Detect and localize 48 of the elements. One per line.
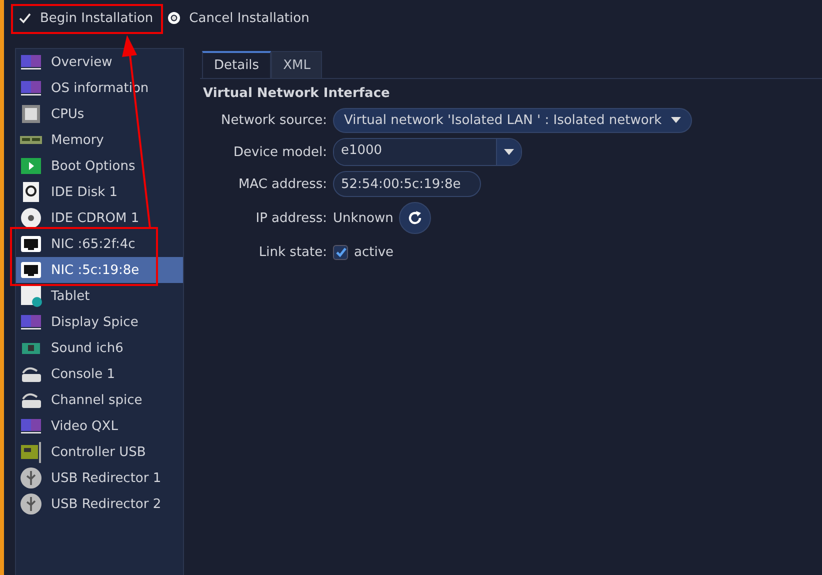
cancel-installation-button[interactable]: Cancel Installation	[163, 8, 314, 28]
network-port-icon	[20, 233, 42, 255]
expansion-card-icon	[20, 441, 42, 463]
ip-address-value: Unknown	[333, 210, 394, 226]
chip-icon	[20, 103, 42, 125]
usb-icon	[20, 467, 42, 489]
caret-icon	[670, 117, 681, 123]
device-list-item[interactable]: Display Spice	[16, 309, 183, 335]
device-list-item[interactable]: IDE Disk 1	[16, 179, 183, 205]
device-list-item[interactable]: NIC :65:2f:4c	[16, 231, 183, 257]
tab[interactable]: Details	[202, 51, 272, 78]
device-list-item[interactable]: USB Redirector 1	[16, 465, 183, 491]
device-list-item[interactable]: Boot Options	[16, 153, 183, 179]
device-list-item[interactable]: Video QXL	[16, 413, 183, 439]
device-list-item[interactable]: Memory	[16, 127, 183, 153]
device-list-item[interactable]: Channel spice	[16, 387, 183, 413]
refresh-icon	[407, 210, 424, 226]
device-list-item[interactable]: IDE CDROM 1	[16, 205, 183, 231]
checkbox-label: active	[354, 244, 394, 260]
section-title: Virtual Network Interface	[203, 86, 391, 101]
field-label: IP address:	[254, 210, 327, 226]
device-list-item[interactable]: Overview	[16, 49, 183, 75]
tablet-icon	[20, 285, 42, 307]
device-list-item[interactable]: NIC :5c:19:8e	[16, 257, 183, 283]
device-model-dropdown[interactable]: e1000	[333, 138, 522, 166]
usb-icon	[20, 493, 42, 515]
refresh-button[interactable]	[399, 202, 432, 234]
field-label: Link state:	[258, 244, 327, 260]
network-source-dropdown[interactable]: Virtual network 'Isolated LAN ' : Isolated network	[333, 108, 692, 132]
field-label: Network source:	[220, 112, 327, 128]
play-icon	[20, 155, 42, 177]
begin-installation-button[interactable]: Begin Installation	[14, 8, 158, 28]
device-list-item[interactable]: Tablet	[16, 283, 183, 309]
check-icon	[18, 11, 32, 25]
device-list-item[interactable]: Sound ich6	[16, 335, 183, 361]
mac-address-field[interactable]: 52:54:00:5c:19:8e	[333, 171, 481, 197]
field-label: MAC address:	[237, 176, 327, 192]
radio-icon	[167, 11, 182, 25]
device-list-item[interactable]: CPUs	[16, 101, 183, 127]
tab[interactable]: XML	[271, 51, 322, 78]
field-label: Device model:	[232, 144, 327, 160]
device-list-item[interactable]: USB Redirector 2	[16, 491, 183, 517]
network-port-icon	[20, 259, 42, 281]
disc-icon	[20, 207, 42, 229]
checkbox[interactable]	[333, 244, 348, 260]
caret-icon	[504, 149, 514, 155]
device-list-item[interactable]: Controller USB	[16, 439, 183, 465]
device-list-item[interactable]: Console 1	[16, 361, 183, 387]
